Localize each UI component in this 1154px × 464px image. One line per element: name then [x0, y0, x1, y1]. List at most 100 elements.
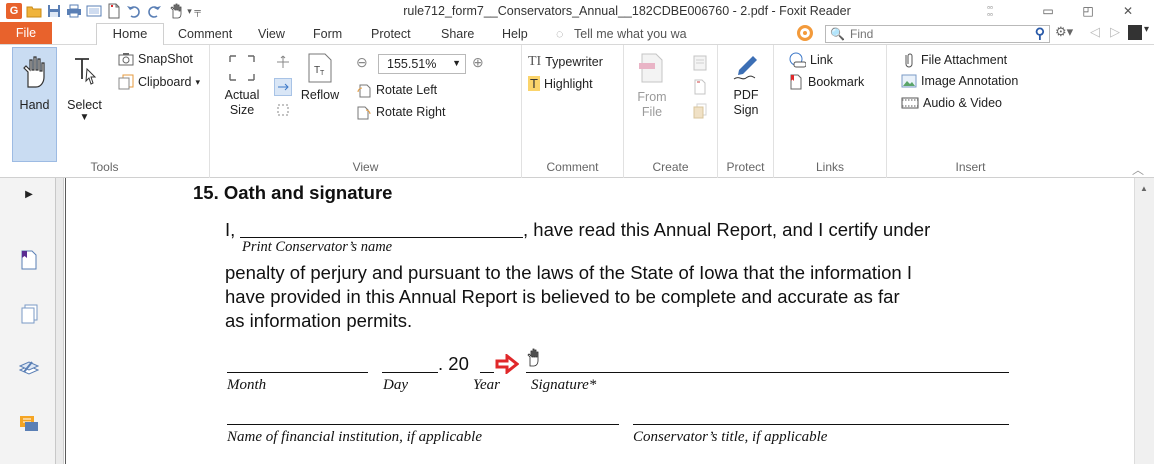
conservator-name-field[interactable] — [240, 237, 523, 238]
rotate-left-button[interactable]: Rotate Left — [356, 82, 437, 98]
fit-visible-icon[interactable] — [276, 103, 290, 120]
signature-label: Signature* — [531, 377, 597, 393]
restore-icon[interactable]: ◰ — [1078, 2, 1098, 20]
tell-me-search[interactable]: Tell me what you wa — [574, 25, 687, 45]
panel-splitter[interactable] — [56, 178, 64, 464]
tab-form[interactable]: Form — [313, 25, 342, 45]
document-page[interactable]: 15. Oath and signature I, , have read th… — [65, 178, 1134, 464]
snapshot-button[interactable]: SnapShot — [118, 52, 193, 66]
find-input[interactable] — [850, 26, 1000, 42]
paperclip-icon — [905, 53, 913, 68]
year-label: Year — [473, 377, 500, 393]
pdf-sign-button[interactable]: PDF Sign — [722, 53, 770, 118]
reflow-label: Reflow — [300, 88, 340, 102]
zoom-select[interactable]: 155.51% ▼ — [378, 54, 466, 74]
rotate-right-icon — [357, 106, 371, 120]
expand-panel-icon[interactable]: ▶ — [19, 184, 39, 204]
year-prefix: . 20 — [438, 353, 469, 374]
month-field[interactable] — [227, 372, 368, 373]
layers-panel-icon[interactable] — [19, 358, 39, 378]
scroll-up-icon[interactable]: ▲ — [1140, 184, 1148, 193]
rotate-right-label: Rotate Right — [376, 105, 446, 119]
reflow-button[interactable]: TT Reflow — [298, 53, 342, 102]
fit-width-icon[interactable] — [274, 78, 292, 96]
clipboard-button[interactable]: Clipboard ▾ — [118, 74, 200, 90]
account-chevron-icon[interactable]: ▾ — [1144, 24, 1149, 35]
tab-view[interactable]: View — [258, 25, 285, 45]
image-icon — [901, 74, 917, 88]
tab-home[interactable]: Home — [96, 23, 164, 46]
settings-gear-icon[interactable]: ⚙▾ — [1055, 24, 1073, 40]
from-file-button[interactable]: From File — [630, 53, 674, 120]
title-bar: G ▾ ╤ rule712_form7__Conservators_Annual… — [0, 0, 1154, 22]
fit-page-icon[interactable] — [276, 55, 290, 72]
find-options-icon[interactable]: 🔍 — [830, 27, 845, 41]
links-group-label: Links — [815, 160, 844, 174]
highlight-button[interactable]: T Highlight — [528, 76, 593, 91]
find-box[interactable]: 🔍 ⚲ — [825, 25, 1050, 43]
oath-prefix: I, — [225, 219, 236, 240]
zoom-in-icon[interactable]: ⊕ — [472, 54, 484, 71]
snapshot-label: SnapShot — [138, 52, 193, 66]
rotate-right-button[interactable]: Rotate Right — [356, 104, 445, 120]
file-attachment-label: File Attachment — [921, 53, 1008, 67]
protect-group-label: Protect — [726, 160, 765, 174]
typewriter-button[interactable]: TI Typewriter — [528, 54, 603, 70]
image-annotation-label: Image Annotation — [921, 74, 1019, 88]
bookmark-button[interactable]: Bookmark — [788, 74, 864, 90]
close-icon[interactable]: ✕ — [1118, 2, 1138, 20]
select-button[interactable]: Select ▼ — [62, 55, 107, 123]
next-arrow-icon[interactable]: ▷ — [1110, 24, 1120, 40]
tab-help[interactable]: Help — [502, 25, 528, 45]
search-icon[interactable]: ⚲ — [1035, 25, 1045, 42]
prev-arrow-icon[interactable]: ◁ — [1090, 24, 1100, 40]
rotate-left-icon — [357, 84, 371, 98]
tab-share[interactable]: Share — [441, 25, 474, 45]
zoom-out-icon[interactable]: ⊖ — [356, 54, 368, 71]
year-field[interactable] — [480, 372, 494, 373]
rotate-left-label: Rotate Left — [376, 83, 438, 97]
lightbulb-icon: ◌ — [556, 27, 564, 41]
oath-line1: , have read this Annual Report, and I ce… — [523, 219, 931, 240]
user-account-icon[interactable] — [1128, 25, 1142, 40]
image-annotation-button[interactable]: Image Annotation — [901, 74, 1018, 88]
collapse-ribbon-icon[interactable]: ︿ — [1132, 161, 1144, 178]
tab-file[interactable]: File — [0, 22, 52, 44]
conservator-title-field[interactable] — [633, 424, 1009, 425]
print-name-label: Print Conservator’s name — [242, 239, 393, 255]
create-group: From File Create — [624, 45, 718, 178]
oath-line3: have provided in this Annual Report is b… — [225, 286, 900, 307]
audio-video-button[interactable]: Audio & Video — [901, 96, 1002, 110]
vertical-scrollbar[interactable]: ▲ — [1134, 178, 1154, 464]
tab-comment[interactable]: Comment — [178, 25, 232, 45]
create-group-label: Create — [652, 160, 689, 174]
link-button[interactable]: Link — [788, 52, 833, 68]
file-attachment-button[interactable]: File Attachment — [901, 52, 1007, 68]
blank-page-icon[interactable] — [692, 79, 708, 98]
tools-group: Hand Select ▼ SnapShot Clipboard ▾ Tools — [0, 45, 210, 178]
actual-size-button[interactable]: Actual Size — [222, 53, 262, 118]
comment-group-label: Comment — [546, 160, 599, 174]
signature-field[interactable] — [526, 372, 1009, 373]
scan-icon[interactable] — [692, 55, 708, 74]
hand-button[interactable]: Hand — [12, 55, 57, 112]
ribbon-display-icon[interactable]: ▫▫ ▫▫ — [980, 2, 1000, 20]
tab-protect[interactable]: Protect — [371, 25, 411, 45]
hand-cursor-icon — [526, 348, 544, 371]
insert-group: File Attachment Image Annotation Audio &… — [887, 45, 1054, 178]
financial-institution-field[interactable] — [227, 424, 619, 425]
month-label: Month — [227, 377, 267, 393]
link-icon — [789, 52, 806, 68]
actual-size-icon — [229, 55, 255, 81]
pages-panel-icon[interactable] — [19, 304, 39, 324]
highlight-label: Highlight — [543, 76, 593, 91]
day-field[interactable] — [382, 372, 438, 373]
combine-icon[interactable] — [692, 103, 708, 122]
audio-video-label: Audio & Video — [923, 96, 1002, 110]
bookmarks-panel-icon[interactable] — [19, 250, 39, 270]
bookmark-label: Bookmark — [808, 75, 865, 89]
highlight-icon: T — [528, 76, 540, 91]
ring-badge-icon[interactable] — [797, 25, 813, 41]
comments-panel-icon[interactable] — [19, 414, 39, 434]
minimize-icon[interactable]: ▭ — [1038, 2, 1058, 20]
